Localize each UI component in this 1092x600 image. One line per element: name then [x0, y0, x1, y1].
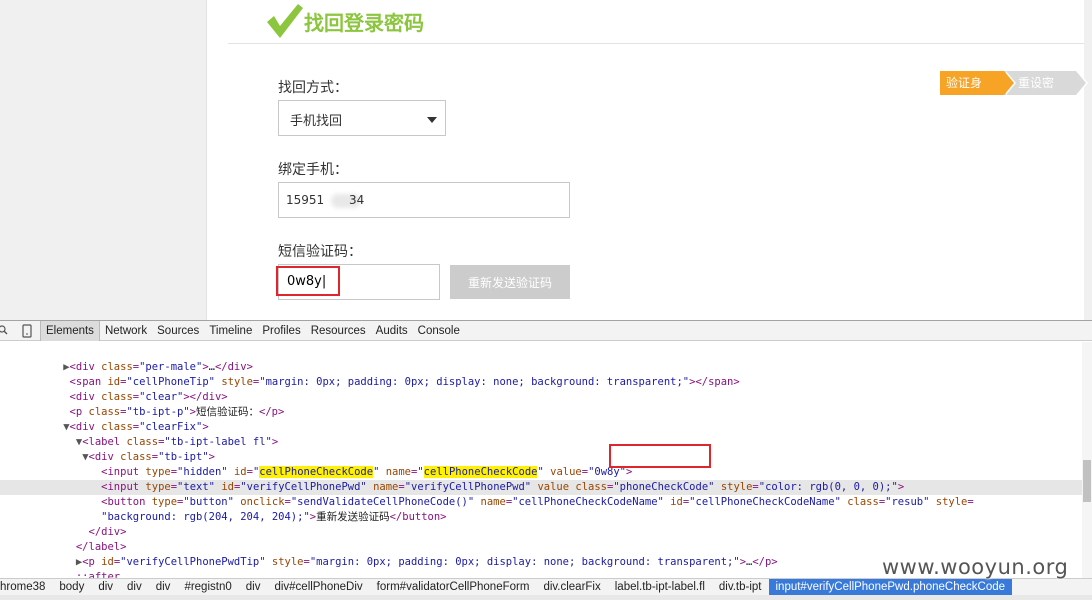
breadcrumb-item[interactable]: div.clearFix: [536, 579, 607, 595]
step-verify-identity: 验证身份: [940, 71, 1016, 114]
step-label: 验证身份: [946, 76, 983, 114]
phone-field[interactable]: 15951 34: [278, 182, 570, 218]
tab-network[interactable]: Network: [100, 321, 152, 341]
highlight-box-input: [276, 266, 340, 296]
dom-line[interactable]: ▶<div class="per-male">…</div>: [0, 360, 1082, 375]
watermark: www.wooyun.org: [882, 555, 1069, 579]
tab-console[interactable]: Console: [413, 321, 465, 341]
dom-line[interactable]: </label>: [0, 540, 1082, 555]
dom-breadcrumb: hrome38 body div div div #registn0 div d…: [0, 578, 1092, 595]
tab-timeline[interactable]: Timeline: [204, 321, 257, 341]
dom-line-selected[interactable]: <input type="text" id="verifyCellPhonePw…: [0, 480, 1082, 495]
search-icon[interactable]: [0, 321, 14, 341]
page-content: 找回登录密码 验证身份 重设密码 找回方式： 手机找回 绑定手机： 15951 …: [208, 0, 1092, 320]
highlight-box-value: [609, 444, 711, 468]
checkmark-icon: [267, 4, 303, 38]
tab-elements[interactable]: Elements: [40, 320, 100, 341]
dom-line[interactable]: ▼<div class="tb-ipt">: [0, 450, 1082, 465]
breadcrumb-item[interactable]: form#validatorCellPhoneForm: [370, 579, 537, 595]
breadcrumb-item[interactable]: hrome38: [0, 579, 52, 595]
breadcrumb-item[interactable]: div: [239, 579, 268, 595]
scrollbar-thumb[interactable]: [1083, 460, 1091, 502]
tab-audits[interactable]: Audits: [371, 321, 413, 341]
tab-resources[interactable]: Resources: [306, 321, 371, 341]
tab-sources[interactable]: Sources: [152, 321, 204, 341]
breadcrumb-item[interactable]: div#cellPhoneDiv: [267, 579, 369, 595]
breadcrumb-item-selected[interactable]: input#verifyCellPhonePwd.phoneCheckCode: [768, 579, 1013, 595]
status-strip: [0, 595, 1092, 600]
dom-line[interactable]: <p class="tb-ipt-p">短信验证码：</p>: [0, 405, 1082, 420]
breadcrumb-item[interactable]: div: [120, 579, 149, 595]
dom-line[interactable]: <input type="hidden" id="cellPhoneCheckC…: [0, 465, 1082, 480]
page-title: 找回登录密码: [304, 10, 424, 35]
dom-line[interactable]: "background: rgb(204, 204, 204);">重新发送验证…: [0, 510, 1082, 525]
page-scrollbar[interactable]: [1084, 0, 1092, 320]
devtools-toolbar: Elements Network Sources Timeline Profil…: [0, 320, 1092, 341]
step-indicator: 验证身份 重设密码: [940, 71, 1088, 114]
devtools-scrollbar[interactable]: [1082, 342, 1092, 580]
method-label: 找回方式：: [278, 80, 348, 96]
title-divider: [228, 43, 1092, 44]
phone-suffix: 34: [349, 193, 365, 207]
left-gutter: [0, 0, 207, 320]
breadcrumb-item[interactable]: body: [52, 579, 91, 595]
tab-profiles[interactable]: Profiles: [257, 321, 305, 341]
method-select[interactable]: 手机找回: [278, 100, 446, 136]
method-select-value: 手机找回: [290, 114, 343, 129]
breadcrumb-item[interactable]: div: [91, 579, 120, 595]
sms-code-label: 短信验证码：: [278, 244, 362, 260]
breadcrumb-item[interactable]: div: [149, 579, 178, 595]
resend-code-button[interactable]: 重新发送验证码: [450, 265, 570, 299]
dom-tree: ▶<div class="per-male">…</div> <span id=…: [0, 342, 1092, 580]
phone-label: 绑定手机：: [278, 162, 348, 178]
dom-line[interactable]: <div class="clear"></div>: [0, 390, 1082, 405]
chevron-down-icon: [427, 117, 437, 123]
dom-line[interactable]: </div>: [0, 525, 1082, 540]
dom-line[interactable]: <span id="cellPhoneTip" style="margin: 0…: [0, 375, 1082, 390]
screenshot: { "page": { "title": "找回登录密码", "steps": …: [0, 0, 1092, 600]
dom-line[interactable]: <button type="button" onclick="sendValid…: [0, 495, 1082, 510]
phone-prefix: 15951: [286, 193, 325, 207]
device-icon[interactable]: [20, 321, 34, 341]
breadcrumb-item[interactable]: div.tb-ipt: [712, 579, 769, 595]
breadcrumb-item[interactable]: label.tb-ipt-label.fl: [608, 579, 712, 595]
step-label: 重设密码: [1018, 76, 1055, 114]
dom-line[interactable]: ▼<div class="clearFix">: [0, 420, 1082, 435]
dom-line[interactable]: ▼<label class="tb-ipt-label fl">: [0, 435, 1082, 450]
title-row: 找回登录密码: [264, 2, 424, 40]
breadcrumb-item[interactable]: #registn0: [177, 579, 238, 595]
